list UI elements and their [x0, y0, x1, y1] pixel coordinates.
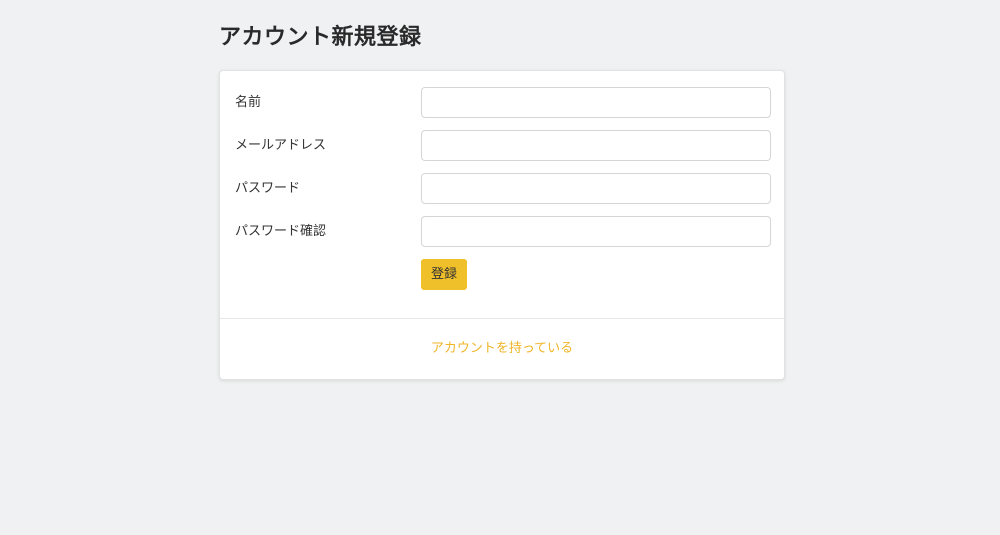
page-title: アカウント新規登録 [219, 25, 422, 50]
password-row: パスワード [220, 173, 784, 204]
name-row: 名前 [220, 87, 784, 118]
password-confirm-label: パスワード確認 [235, 224, 327, 239]
card-footer: アカウントを持っている [220, 319, 784, 379]
registration-card: 名前 メールアドレス パスワード パスワード確認 登録 アカウントを持っている [219, 70, 785, 380]
password-input[interactable] [421, 173, 771, 204]
login-link[interactable]: アカウントを持っている [431, 340, 573, 358]
email-row: メールアドレス [220, 130, 784, 161]
registration-form: 名前 メールアドレス パスワード パスワード確認 登録 [220, 71, 784, 318]
name-label: 名前 [235, 95, 262, 110]
password-confirm-input[interactable] [421, 216, 771, 247]
name-input[interactable] [421, 87, 771, 118]
email-input[interactable] [421, 130, 771, 161]
email-label: メールアドレス [235, 138, 327, 153]
password-confirm-row: パスワード確認 [220, 216, 784, 247]
register-button[interactable]: 登録 [421, 259, 467, 290]
registration-page: アカウント新規登録 名前 メールアドレス パスワード パスワード確認 登録 アカ… [0, 0, 1000, 535]
password-label: パスワード [235, 181, 301, 196]
